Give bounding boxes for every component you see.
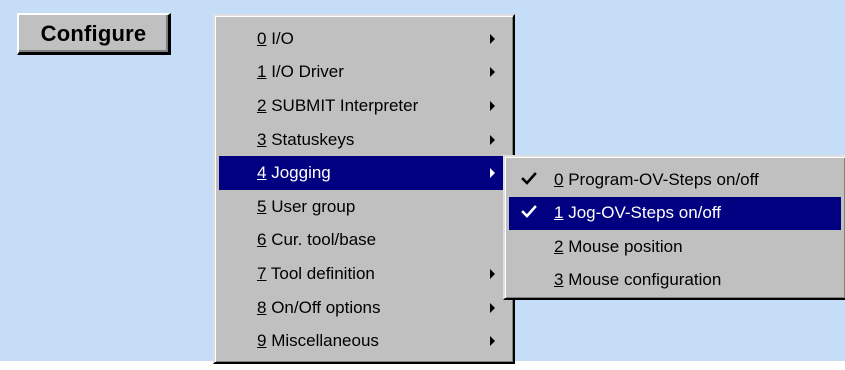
menu-item-miscellaneous[interactable]: 9 Miscellaneous xyxy=(219,324,509,358)
menu-item-accelerator: 6 xyxy=(257,230,267,250)
menu-item-accelerator: 3 xyxy=(257,129,267,149)
check-mark-icon xyxy=(521,171,537,185)
submenu-arrow-icon xyxy=(490,100,495,111)
check-mark-icon xyxy=(521,205,537,219)
menu-item-on-off-options[interactable]: 8 On/Off options xyxy=(219,291,509,325)
menu-item-label: Statuskeys xyxy=(271,129,355,149)
submenu-arrow-icon xyxy=(490,302,495,313)
menu-item-accelerator: 0 xyxy=(554,169,564,189)
submenu-arrow-icon xyxy=(490,33,495,44)
submenu-item-program-ov-steps[interactable]: 0 Program-OV-Steps on/off xyxy=(509,163,841,197)
menu-item-label: Cur. tool/base xyxy=(271,230,377,250)
submenu-arrow-icon xyxy=(490,336,495,347)
menu-item-statuskeys[interactable]: 3 Statuskeys xyxy=(219,123,509,157)
menu-item-label: I/O xyxy=(271,28,294,48)
menu-item-accelerator: 1 xyxy=(257,62,267,82)
menu-item-label: I/O Driver xyxy=(271,62,344,82)
jogging-submenu: 0 Program-OV-Steps on/off 1 Jog-OV-Steps… xyxy=(503,155,845,300)
menu-item-label: On/Off options xyxy=(271,297,381,317)
menu-item-io-driver[interactable]: 1 I/O Driver xyxy=(219,56,509,90)
menu-item-label: Tool definition xyxy=(270,263,375,283)
submenu-arrow-icon xyxy=(490,268,495,279)
submenu-item-jog-ov-steps[interactable]: 1 Jog-OV-Steps on/off xyxy=(509,196,841,230)
menu-item-accelerator: 1 xyxy=(554,203,564,223)
submenu-item-mouse-configuration[interactable]: 3 Mouse configuration xyxy=(509,264,841,298)
menu-item-label: Program-OV-Steps on/off xyxy=(568,169,759,189)
menu-item-label: Jogging xyxy=(271,163,331,183)
menu-item-jogging[interactable]: 4 Jogging xyxy=(219,156,509,190)
menu-item-label: User group xyxy=(271,196,356,216)
menu-item-accelerator: 9 xyxy=(257,331,267,351)
menu-item-io[interactable]: 0 I/O xyxy=(219,22,509,56)
menu-item-accelerator: 8 xyxy=(257,297,267,317)
menu-item-tool-definition[interactable]: 7 Tool definition xyxy=(219,257,509,291)
configure-button-label: Configure xyxy=(40,20,147,46)
menu-item-accelerator: 2 xyxy=(257,95,267,115)
menu-item-accelerator: 5 xyxy=(257,196,267,216)
submenu-arrow-icon xyxy=(490,134,495,145)
menu-item-label: Mouse position xyxy=(568,236,683,256)
menu-item-cur-tool-base[interactable]: 6 Cur. tool/base xyxy=(219,224,509,258)
menu-item-label: Mouse configuration xyxy=(568,270,722,290)
submenu-arrow-icon xyxy=(490,67,495,78)
configure-menu: 0 I/O 1 I/O Driver 2 SUBMIT Interpreter … xyxy=(213,14,515,364)
menu-item-user-group[interactable]: 5 User group xyxy=(219,190,509,224)
menu-item-label: Miscellaneous xyxy=(271,331,379,351)
menu-item-accelerator: 4 xyxy=(257,163,267,183)
menu-item-accelerator: 0 xyxy=(257,28,267,48)
submenu-arrow-icon xyxy=(490,168,495,179)
menu-item-label: Jog-OV-Steps on/off xyxy=(568,203,721,223)
configure-button[interactable]: Configure xyxy=(17,13,171,55)
submenu-item-mouse-position[interactable]: 2 Mouse position xyxy=(509,230,841,264)
menu-item-accelerator: 2 xyxy=(554,236,564,256)
menu-item-accelerator: 3 xyxy=(554,270,564,290)
menu-item-label: SUBMIT Interpreter xyxy=(271,95,419,115)
menu-item-submit-interpreter[interactable]: 2 SUBMIT Interpreter xyxy=(219,89,509,123)
menu-item-accelerator: 7 xyxy=(257,263,267,283)
